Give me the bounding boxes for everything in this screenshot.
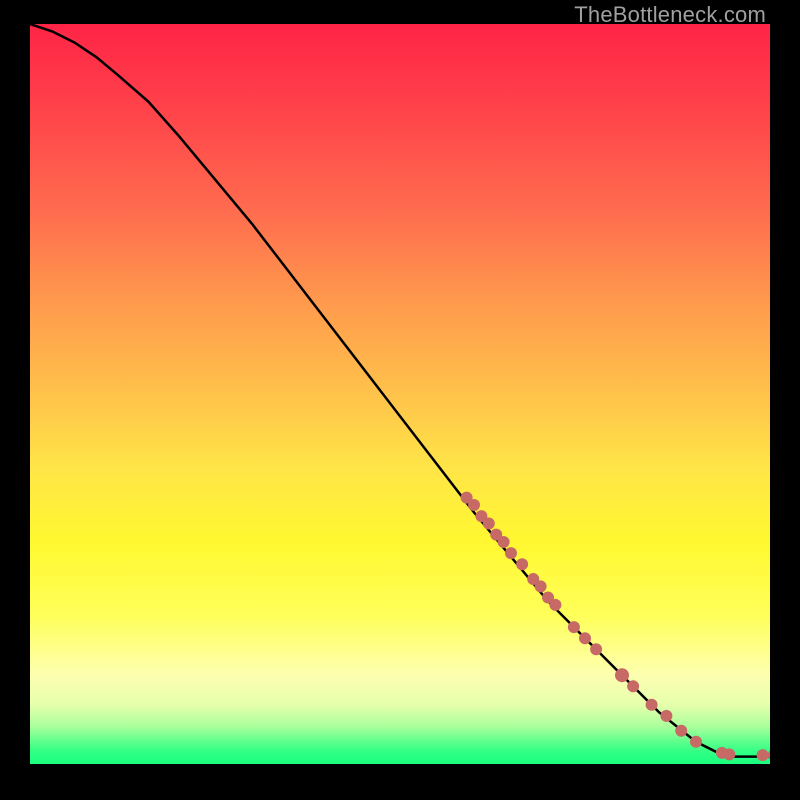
gradient-background (30, 24, 770, 764)
plot-area (30, 24, 770, 764)
